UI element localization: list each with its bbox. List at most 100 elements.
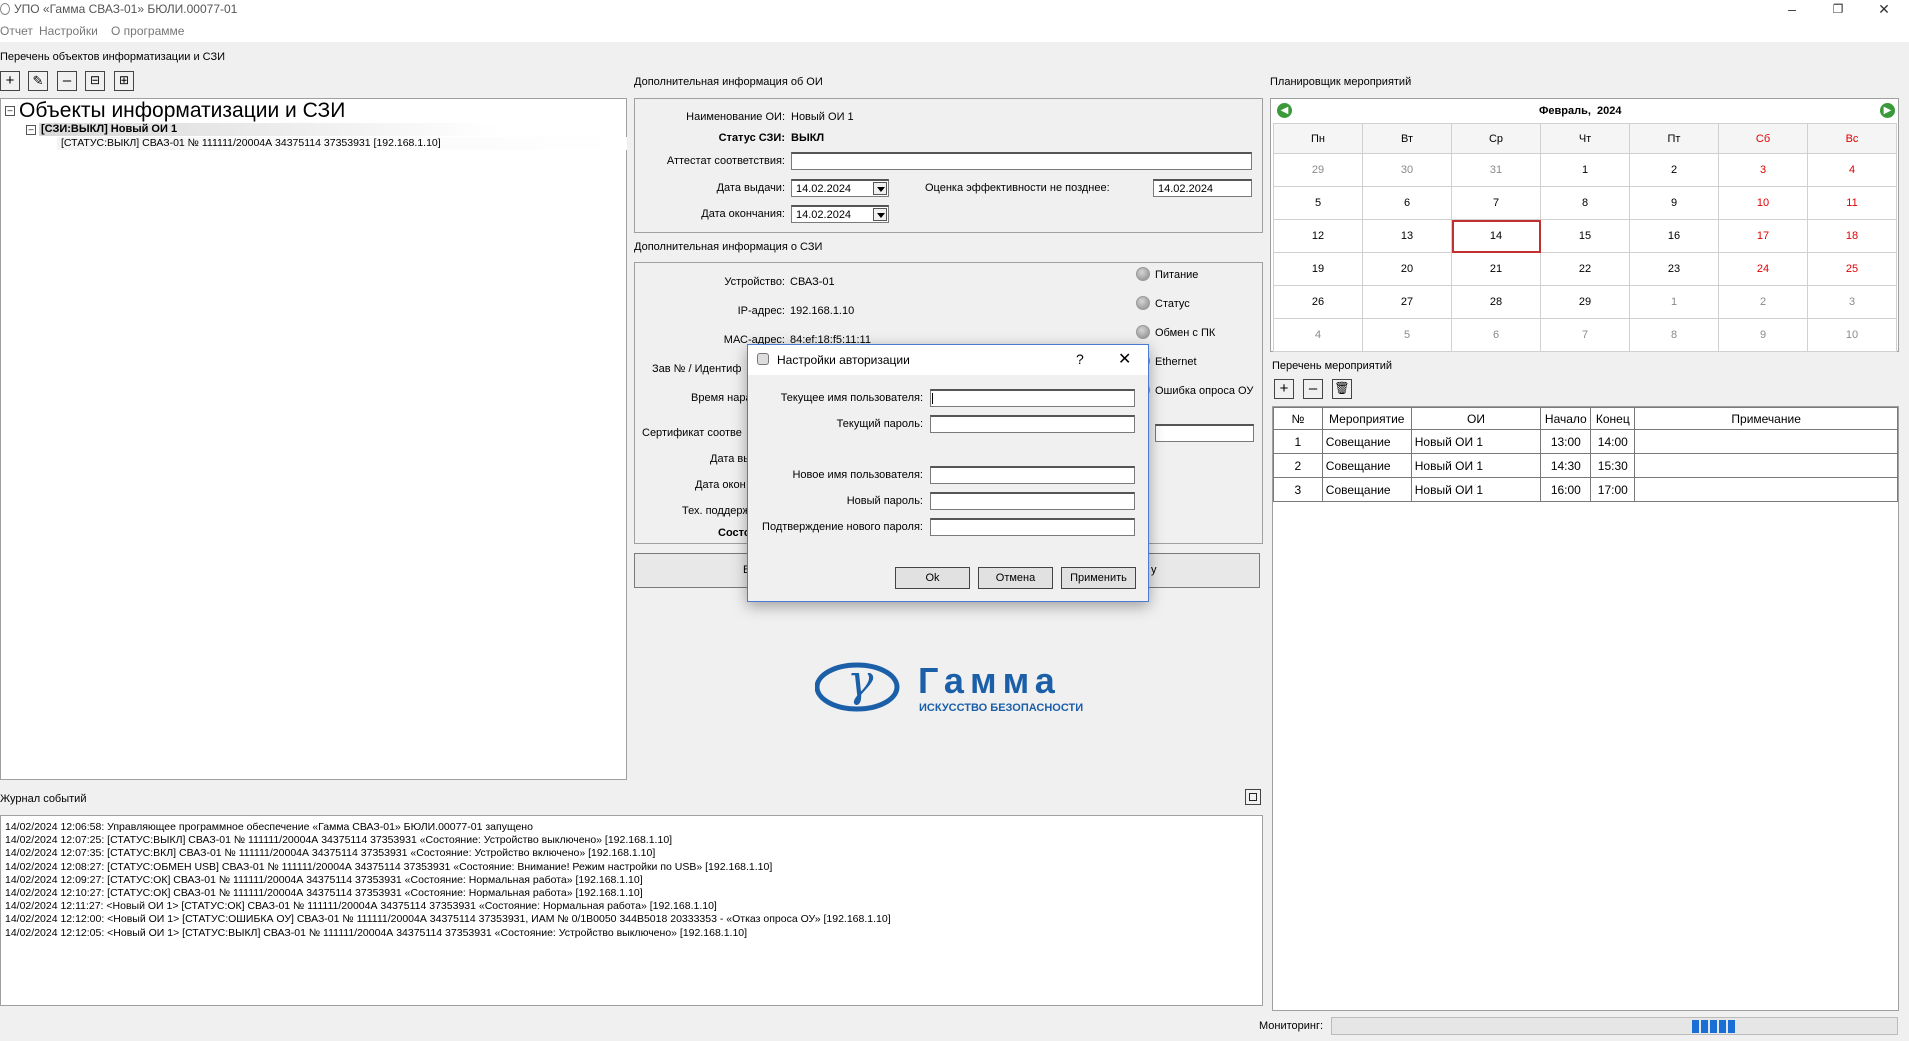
events-col-header[interactable]: Примечание xyxy=(1634,407,1898,430)
calendar-day[interactable]: 4 xyxy=(1807,153,1897,187)
calendar-month[interactable]: Февраль, xyxy=(1539,105,1591,117)
close-window-icon[interactable]: ✕ xyxy=(1861,0,1907,20)
minimize-icon[interactable]: – xyxy=(1769,0,1815,20)
prev-month-icon[interactable]: ◀ xyxy=(1277,103,1292,118)
calendar-day[interactable]: 19 xyxy=(1273,252,1363,286)
calendar-day[interactable]: 2 xyxy=(1718,285,1808,319)
event-cell: Совещание xyxy=(1321,477,1412,502)
edit-object-button[interactable]: ✎ xyxy=(28,71,48,91)
calendar-day[interactable]: 7 xyxy=(1451,186,1541,220)
events-col-header[interactable]: № xyxy=(1273,407,1323,430)
calendar-day[interactable]: 6 xyxy=(1362,186,1452,220)
remove-event-button[interactable]: – xyxy=(1303,379,1323,399)
table-row[interactable]: 1 Совещание Новый ОИ 1 13:00 14:00 xyxy=(1273,429,1898,454)
current-user-input[interactable] xyxy=(930,389,1135,407)
calendar-day[interactable]: 3 xyxy=(1718,153,1808,187)
tree-collapse-root-icon[interactable]: – xyxy=(5,106,15,116)
table-row[interactable]: 3 Совещание Новый ОИ 1 16:00 17:00 xyxy=(1273,477,1898,502)
remove-object-button[interactable]: – xyxy=(57,71,77,91)
tree-oi-item[interactable]: [СЗИ:ВЫКЛ] Новый ОИ 1 xyxy=(41,123,177,135)
delete-event-icon[interactable]: 🗑 xyxy=(1332,379,1352,399)
cert-date-field[interactable] xyxy=(1155,424,1254,442)
calendar-day[interactable]: 18 xyxy=(1807,219,1897,253)
menu-about[interactable]: О программе xyxy=(111,24,184,38)
menu-settings[interactable]: Настройки xyxy=(39,24,98,38)
calendar-day[interactable]: 13 xyxy=(1362,219,1452,253)
calendar-day[interactable]: 8 xyxy=(1540,186,1630,220)
log-maximize-icon[interactable] xyxy=(1245,789,1261,805)
calendar-day[interactable]: 11 xyxy=(1807,186,1897,220)
calendar-day[interactable]: 10 xyxy=(1807,318,1897,352)
calendar-day[interactable]: 25 xyxy=(1807,252,1897,286)
confirm-pass-input[interactable] xyxy=(930,518,1135,536)
calendar-day[interactable]: 1 xyxy=(1540,153,1630,187)
tree-collapse-oi-icon[interactable]: – xyxy=(26,125,36,135)
expand-all-button[interactable]: ⊞ xyxy=(114,71,134,91)
calendar-day[interactable]: 15 xyxy=(1540,219,1630,253)
calendar-day[interactable]: 5 xyxy=(1362,318,1452,352)
calendar-day-today[interactable]: 14 xyxy=(1451,219,1541,253)
calendar-day[interactable]: 28 xyxy=(1451,285,1541,319)
next-month-icon[interactable]: ▶ xyxy=(1880,103,1895,118)
issue-date-label: Дата выдачи: xyxy=(716,182,785,194)
calendar-day[interactable]: 3 xyxy=(1807,285,1897,319)
calendar-day[interactable]: 27 xyxy=(1362,285,1452,319)
new-pass-input[interactable] xyxy=(930,492,1135,510)
calendar-day[interactable]: 24 xyxy=(1718,252,1808,286)
apply-button[interactable]: Применить xyxy=(1061,567,1136,589)
calendar-day[interactable]: 5 xyxy=(1273,186,1363,220)
calendar-day[interactable]: 23 xyxy=(1629,252,1719,286)
collapse-all-button[interactable]: ⊟ xyxy=(85,71,105,91)
calendar-day[interactable]: 29 xyxy=(1273,153,1363,187)
dropdown-arrow-icon[interactable] xyxy=(873,182,887,195)
add-object-button[interactable]: + xyxy=(0,71,20,91)
calendar-day[interactable]: 22 xyxy=(1540,252,1630,286)
new-user-input[interactable] xyxy=(930,466,1135,484)
calendar-day[interactable]: 1 xyxy=(1629,285,1719,319)
menu-report[interactable]: Отчет xyxy=(0,24,33,38)
dropdown-arrow-icon[interactable] xyxy=(873,208,887,221)
efficiency-date-field[interactable]: 14.02.2024 xyxy=(1153,179,1252,197)
calendar-day[interactable]: 31 xyxy=(1451,153,1541,187)
calendar-day[interactable]: 9 xyxy=(1629,186,1719,220)
current-pass-input[interactable] xyxy=(930,415,1135,433)
events-col-header[interactable]: Конец xyxy=(1590,407,1636,430)
calendar-day[interactable]: 30 xyxy=(1362,153,1452,187)
cancel-button[interactable]: Отмена xyxy=(978,567,1053,589)
end-date-picker[interactable]: 14.02.2024 xyxy=(791,205,889,223)
ok-button[interactable]: Ok xyxy=(895,567,970,589)
ip-value: 192.168.1.10 xyxy=(790,305,855,317)
szi-action-right-button[interactable]: у xyxy=(1151,564,1157,576)
add-event-button[interactable]: + xyxy=(1274,379,1294,399)
attestat-field[interactable] xyxy=(791,152,1252,170)
calendar-day[interactable]: 4 xyxy=(1273,318,1363,352)
calendar-day[interactable]: 17 xyxy=(1718,219,1808,253)
tree-device-item[interactable]: [СТАТУС:ВЫКЛ] СВАЗ-01 № 111111/20004А 34… xyxy=(61,137,441,149)
calendar-day[interactable]: 9 xyxy=(1718,318,1808,352)
calendar-year[interactable]: 2024 xyxy=(1597,105,1621,117)
tree-root[interactable]: Объекты информатизации и СЗИ xyxy=(19,99,345,123)
events-col-header[interactable]: ОИ xyxy=(1410,407,1542,430)
event-log[interactable]: 14/02/2024 12:06:58: Управляющее програм… xyxy=(0,815,1263,1006)
event-cell xyxy=(1634,477,1898,502)
calendar-day[interactable]: 26 xyxy=(1273,285,1363,319)
calendar-day[interactable]: 6 xyxy=(1451,318,1541,352)
calendar-day[interactable]: 20 xyxy=(1362,252,1452,286)
calendar-day[interactable]: 21 xyxy=(1451,252,1541,286)
calendar-day[interactable]: 2 xyxy=(1629,153,1719,187)
close-dialog-icon[interactable]: ✕ xyxy=(1118,349,1131,369)
table-row[interactable]: 2 Совещание Новый ОИ 1 14:30 15:30 xyxy=(1273,453,1898,478)
restore-icon[interactable]: ❐ xyxy=(1815,0,1861,20)
calendar-day[interactable]: 16 xyxy=(1629,219,1719,253)
auth-dialog-title: Настройки авторизации xyxy=(777,353,910,367)
calendar-day[interactable]: 29 xyxy=(1540,285,1630,319)
event-cell: Новый ОИ 1 xyxy=(1410,453,1542,478)
events-col-header[interactable]: Начало xyxy=(1540,407,1592,430)
events-col-header[interactable]: Мероприятие xyxy=(1321,407,1412,430)
issue-date-picker[interactable]: 14.02.2024 xyxy=(791,179,889,197)
calendar-day[interactable]: 12 xyxy=(1273,219,1363,253)
help-icon[interactable]: ? xyxy=(1076,351,1084,367)
calendar-day[interactable]: 10 xyxy=(1718,186,1808,220)
calendar-day[interactable]: 8 xyxy=(1629,318,1719,352)
calendar-day[interactable]: 7 xyxy=(1540,318,1630,352)
